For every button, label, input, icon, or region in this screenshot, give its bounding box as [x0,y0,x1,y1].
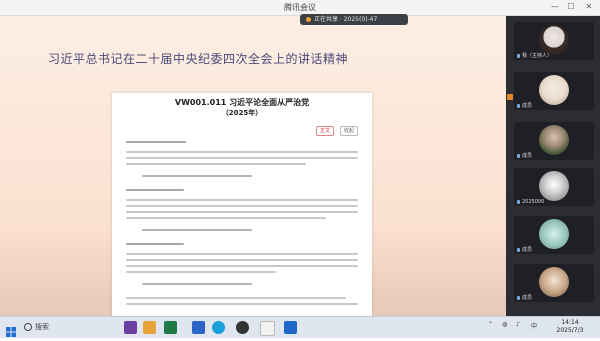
doc-secondary-button[interactable]: 收起 [340,126,359,136]
mic-icon [517,103,520,108]
participant-name: 成员 [517,102,591,109]
text-line [126,199,358,201]
close-button[interactable]: ✕ [582,2,596,11]
text-line [126,253,358,255]
text-line [126,265,358,267]
avatar [539,75,569,105]
window-titlebar: 腾讯会议 — ☐ ✕ [0,0,600,16]
text-line [126,259,358,261]
word-icon[interactable] [192,321,205,334]
window-title: 腾讯会议 [284,3,316,12]
text-line [126,217,326,219]
host-badge-icon [507,94,513,100]
text-line [126,211,358,213]
share-status-text: 正在共享 · 2025(0)-47 [314,16,378,23]
mic-icon [517,199,520,204]
file-manager-icon[interactable] [260,321,275,336]
document-subtitle: （2025年） [221,109,263,117]
document-title: VW001.011 习近平论全面从严治党 [174,98,310,107]
participant-tile[interactable]: 2025000 [514,168,594,206]
text-line [126,243,184,245]
search-box[interactable]: 搜索 [24,320,90,335]
doc-primary-button[interactable]: 正文 [316,126,335,136]
share-indicator-icon [306,17,311,22]
text-line [142,229,252,231]
participant-name: 我（主持人） [517,52,591,59]
slide-title: 习近平总书记在二十届中央纪委四次全会上的讲话精神 [48,52,349,66]
maximize-button[interactable]: ☐ [564,2,578,11]
text-line [126,141,186,143]
excel-icon[interactable] [164,321,177,334]
minimize-button[interactable]: — [548,2,562,11]
participant-tile[interactable]: 我（主持人） [514,22,594,60]
participant-tile[interactable]: 成员 [514,264,594,302]
edge-browser-icon[interactable] [212,321,225,334]
mic-icon [517,247,520,252]
shared-screen: 习近平总书记在二十届中央纪委四次全会上的讲话精神 VW001.011 习近平论全… [0,16,506,321]
mic-icon [517,53,520,58]
image-app-icon[interactable] [143,321,156,334]
participant-tile[interactable]: 成员 [514,216,594,254]
start-menu-icon[interactable] [6,322,16,337]
text-line [142,283,252,285]
search-icon [24,323,32,331]
mic-icon [517,295,520,300]
avatar [539,171,569,201]
participant-name: 2025000 [517,199,591,205]
text-line [126,157,358,159]
tray-overflow-icon[interactable]: ⌃ [488,321,493,328]
text-line [126,189,184,191]
text-line [126,205,358,207]
document-page: VW001.011 习近平论全面从严治党 （2025年） 正文 收起 [112,93,372,321]
text-line [126,151,358,153]
text-line [126,163,306,165]
volume-icon[interactable]: ♪ [516,321,520,328]
meeting-app-icon[interactable] [284,321,297,334]
text-line [126,303,358,305]
clock-date: 2025/7/3 [556,327,584,334]
participant-tile[interactable]: 成员 [514,72,594,110]
avatar [539,267,569,297]
taskbar: 搜索 ⌃ ◍ ♪ 中 14:14 2025/7/3 [0,316,600,338]
text-line [126,297,346,299]
clock-time: 14:14 [561,319,579,326]
screen-share-status[interactable]: 正在共享 · 2025(0)-47 [300,14,408,25]
avatar [539,25,569,55]
participant-name: 成员 [517,246,591,253]
network-icon[interactable]: ◍ [502,321,507,328]
mic-icon [517,153,520,158]
qq-icon[interactable] [236,321,249,334]
avatar [539,125,569,155]
participant-tile[interactable]: 成员 [514,122,594,160]
avatar [539,219,569,249]
search-label: 搜索 [35,323,49,331]
participant-name: 成员 [517,152,591,159]
system-clock[interactable]: 14:14 2025/7/3 [548,319,592,335]
input-method-indicator[interactable]: 中 [531,321,537,330]
text-line [126,271,276,273]
participant-name: 成员 [517,294,591,301]
text-line [142,175,252,177]
video-app-icon[interactable] [124,321,137,334]
